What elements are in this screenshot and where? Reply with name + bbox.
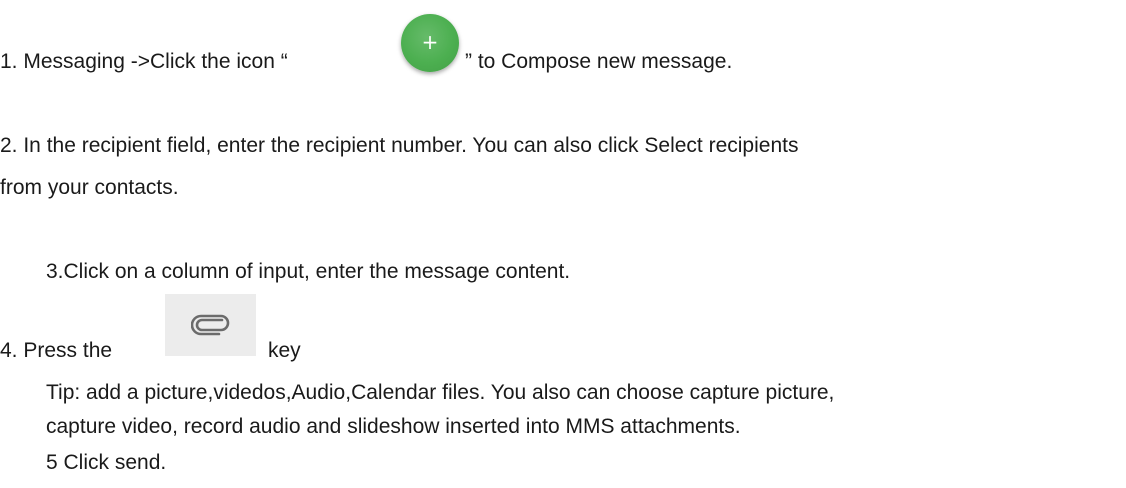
step-1-text-before: 1. Messaging ->Click the icon “ bbox=[0, 50, 288, 73]
step-2-text-line-1: 2. In the recipient field, enter the rec… bbox=[0, 134, 799, 157]
tip-text-line-2: capture video, record audio and slidesho… bbox=[46, 415, 741, 438]
step-2-text-line-2: from your contacts. bbox=[0, 176, 179, 199]
step-5-text: 5 Click send. bbox=[46, 451, 167, 474]
step-4-text-before: 4. Press the bbox=[0, 339, 113, 362]
tip-text-line-1: Tip: add a picture,videdos,Audio,Calenda… bbox=[46, 381, 835, 404]
step-1-text-after: ” to Compose new message. bbox=[465, 50, 733, 73]
attach-key bbox=[165, 294, 256, 356]
compose-fab-icon: + bbox=[401, 14, 459, 72]
add-icon: + bbox=[421, 30, 439, 54]
step-3-text: 3.Click on a column of input, enter the … bbox=[46, 260, 571, 283]
step-4-text-after: key bbox=[268, 339, 301, 362]
paperclip-icon bbox=[190, 314, 229, 336]
